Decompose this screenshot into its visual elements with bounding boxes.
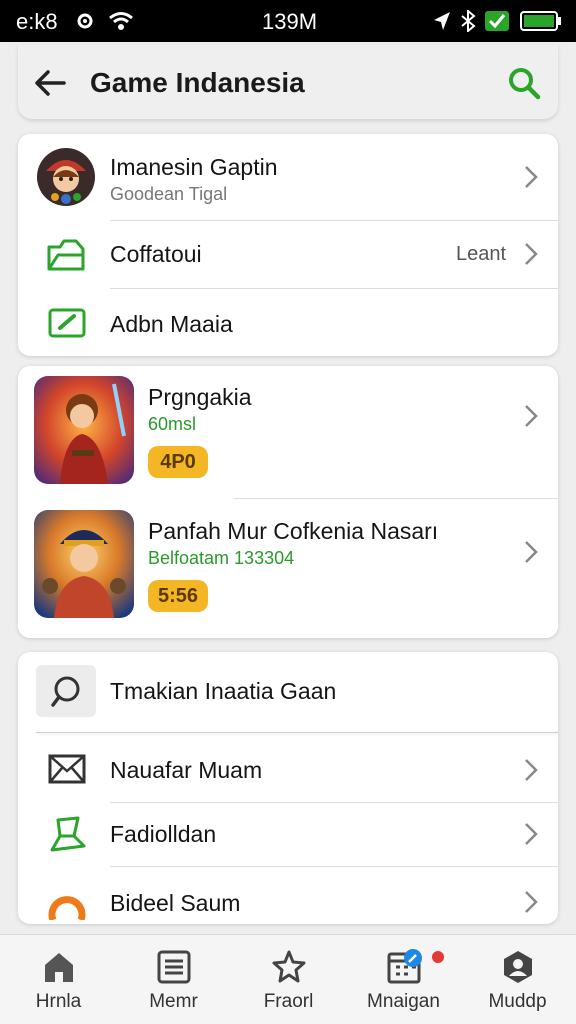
chevron-right-icon	[525, 405, 538, 427]
nav-label: Memr	[149, 991, 198, 1012]
nav-label: Fraorl	[263, 991, 314, 1012]
chevron-right-icon	[525, 166, 538, 188]
chevron-right-icon	[525, 759, 538, 781]
page-title: Game Indanesia	[90, 67, 305, 98]
game-item[interactable]: Panfah Mur Cofkenia Nasarı Belfoatam 133…	[18, 498, 558, 638]
menu-item[interactable]: Bideel Saum	[18, 866, 558, 924]
status-left-text: e:k8	[16, 9, 58, 34]
menu-item[interactable]: Nauafar Muam	[18, 736, 558, 802]
games-card: Prgngakia 60msl 4P0 Panfah Mur Cofkenia …	[18, 366, 558, 638]
coffatoui-value: Leant	[456, 243, 507, 265]
coffatoui-label: Coffatoui	[110, 241, 202, 267]
account-card: Imanesin Gaptin Goodean Tigal Coffatoui …	[18, 134, 558, 356]
folder-icon	[47, 239, 85, 271]
chevron-right-icon	[525, 891, 538, 913]
nav-label: Hrnla	[35, 991, 82, 1012]
status-time: 139M	[262, 9, 318, 34]
nav-home[interactable]: Hrnla	[1, 935, 116, 1024]
game-title: Panfah Mur Cofkenia Nasarı	[148, 518, 439, 544]
boot-icon	[50, 816, 86, 852]
game-thumbnail	[34, 510, 134, 618]
divider	[36, 732, 558, 733]
profile-subtitle: Goodean Tigal	[110, 184, 228, 204]
menu-item-label: Bideel Saum	[110, 890, 241, 916]
game-title: Prgngakia	[148, 384, 252, 410]
game-badge: 5:56	[148, 580, 208, 612]
menu-item-label: Fadiolldan	[110, 821, 217, 847]
adbn-label: Adbn Maaia	[110, 311, 233, 337]
settings-gear-icon	[77, 13, 93, 29]
menu-item[interactable]: Fadiolldan	[18, 802, 558, 866]
star-icon	[272, 950, 306, 983]
search-icon[interactable]	[506, 65, 542, 101]
chevron-right-icon	[525, 541, 538, 563]
search-icon-tile	[36, 665, 96, 717]
profile-row[interactable]: Imanesin Gaptin Goodean Tigal	[18, 134, 558, 220]
search-item-label: Tmakian Inaatia Gaan	[110, 678, 337, 704]
game-subtitle: 60msl	[148, 414, 197, 434]
menu-icon	[157, 950, 191, 984]
bluetooth-icon	[461, 10, 476, 32]
nav-label: Mnaigan	[367, 991, 440, 1012]
battery-icon	[520, 11, 561, 31]
chat-search-icon	[51, 676, 80, 707]
game-item[interactable]: Prgngakia 60msl 4P0	[18, 366, 558, 498]
profile-name: Imanesin Gaptin	[110, 154, 278, 180]
back-arrow-icon[interactable]	[32, 65, 68, 101]
wifi-icon	[109, 12, 133, 30]
app-header: Game Indanesia	[18, 45, 558, 119]
adbn-row[interactable]: Adbn Maaia	[18, 288, 558, 356]
mail-icon	[48, 754, 86, 784]
nav-featured[interactable]: Fraorl	[231, 935, 346, 1024]
nav-profile[interactable]: Muddp	[460, 935, 575, 1024]
edit-badge-icon	[404, 949, 422, 967]
nav-label: Muddp	[488, 991, 547, 1012]
game-subtitle: Belfoatam 133304	[148, 548, 295, 568]
profile-icon	[504, 951, 532, 983]
check-icon	[485, 11, 509, 31]
chevron-right-icon	[525, 823, 538, 845]
ring-icon	[48, 896, 86, 920]
menu-card: Tmakian Inaatia Gaan Nauafar Muam Fadiol…	[18, 652, 558, 924]
edit-icon	[48, 308, 86, 338]
status-bar: e:k8 139M	[0, 0, 576, 42]
home-icon	[45, 953, 73, 982]
avatar	[37, 148, 95, 206]
location-arrow-icon	[434, 12, 450, 30]
search-item[interactable]: Tmakian Inaatia Gaan	[18, 652, 558, 730]
menu-item-label: Nauafar Muam	[110, 757, 263, 783]
nav-manage[interactable]: Mnaigan	[346, 935, 461, 1024]
nav-menu[interactable]: Memr	[116, 935, 231, 1024]
coffatoui-row[interactable]: Coffatoui Leant	[18, 220, 558, 288]
notification-dot	[432, 951, 444, 963]
game-thumbnail	[34, 376, 134, 484]
game-badge: 4P0	[148, 446, 208, 478]
chevron-right-icon	[525, 243, 538, 265]
bottom-navigation: Hrnla Memr Fraorl Mnaigan Muddp	[0, 934, 576, 1024]
